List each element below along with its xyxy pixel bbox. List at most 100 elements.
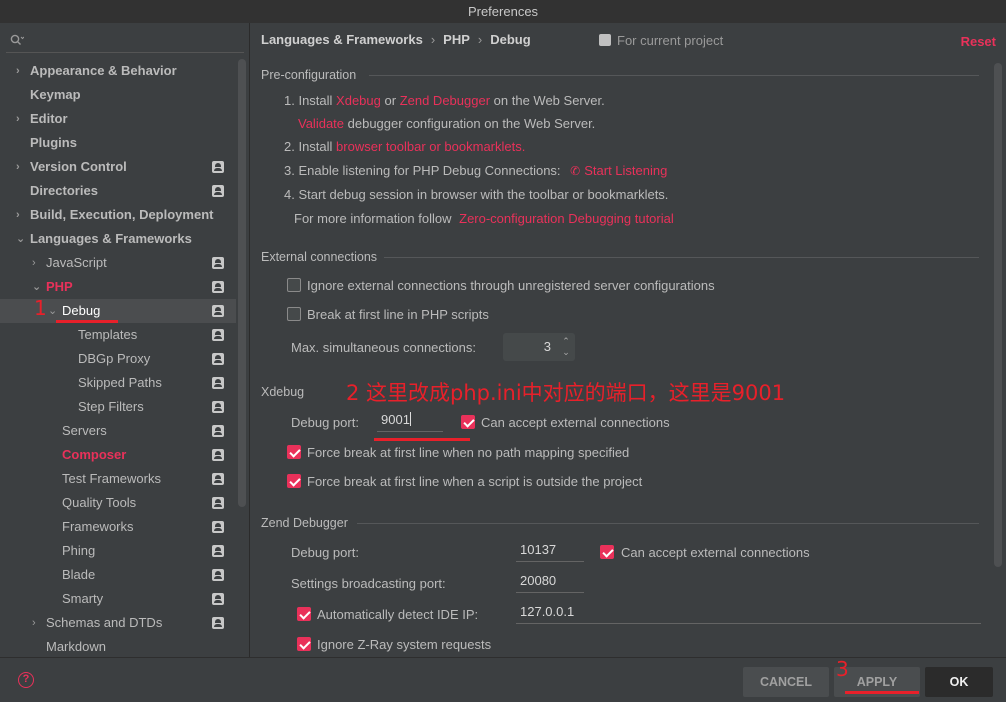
settings-content: Pre-configuration 1. Install Xdebug or Z… xyxy=(251,61,998,657)
break-first-line-checkbox[interactable] xyxy=(287,307,301,321)
sidebar-item-version-control[interactable]: › Version Control xyxy=(0,155,236,179)
ignore-zray-label: Ignore Z-Ray system requests xyxy=(317,637,492,652)
project-level-icon xyxy=(212,377,224,389)
chevron-right-icon[interactable]: › xyxy=(16,203,28,227)
annotation-step-1: 1 xyxy=(34,296,47,320)
sidebar-item-label: Languages & Frameworks xyxy=(30,231,192,246)
zend-port-input[interactable]: 10137 xyxy=(516,538,584,562)
sidebar-item-label: Keymap xyxy=(30,87,81,102)
ide-ip-input[interactable]: 127.0.0.1 xyxy=(516,600,981,624)
sidebar-item-label: Blade xyxy=(62,567,96,582)
sidebar-item-keymap[interactable]: Keymap xyxy=(0,83,236,107)
validate-link[interactable]: Validate xyxy=(298,116,344,131)
breadcrumb-separator: › xyxy=(477,32,483,47)
ignore-external-checkbox[interactable] xyxy=(287,278,301,292)
chevron-down-icon[interactable]: ⌄ xyxy=(16,227,28,251)
sidebar-item-dbgp-proxy[interactable]: DBGp Proxy xyxy=(0,347,236,371)
sidebar-item-servers[interactable]: Servers xyxy=(0,419,236,443)
search-input[interactable] xyxy=(28,31,238,51)
help-icon[interactable]: ? xyxy=(18,672,34,688)
tutorial-link[interactable]: Zero-configuration Debugging tutorial xyxy=(459,211,674,226)
sidebar-item-label: Phing xyxy=(62,543,96,558)
reset-link[interactable]: Reset xyxy=(961,34,996,49)
sidebar-item-schemas-and-dtds[interactable]: › Schemas and DTDs xyxy=(0,611,236,635)
breadcrumb-languages[interactable]: Languages & Frameworks xyxy=(261,32,423,47)
force-break-no-mapping-checkbox[interactable] xyxy=(287,445,301,459)
force-break-outside-project-label: Force break at first line when a script … xyxy=(307,474,643,489)
settings-panel: Languages & Frameworks › PHP › Debug For cur… xyxy=(251,23,1006,657)
text-caret xyxy=(409,412,411,426)
max-connections-spinner[interactable]: 3 ⌃ ⌄ xyxy=(503,333,575,361)
content-scrollbar[interactable] xyxy=(994,63,1002,567)
sidebar-item-javascript[interactable]: › JavaScript xyxy=(0,251,236,275)
chevron-right-icon[interactable]: › xyxy=(32,251,44,275)
section-divider xyxy=(384,257,979,258)
breadcrumb-php[interactable]: PHP xyxy=(443,32,470,47)
sidebar-item-plugins[interactable]: Plugins xyxy=(0,131,236,155)
sidebar-item-appearance-behavior[interactable]: › Appearance & Behavior xyxy=(0,59,236,83)
sidebar-item-blade[interactable]: Blade xyxy=(0,563,236,587)
ok-button[interactable]: OK xyxy=(925,667,993,697)
sidebar-item-smarty[interactable]: Smarty xyxy=(0,587,236,611)
xdebug-link[interactable]: Xdebug xyxy=(336,93,381,108)
chevron-right-icon[interactable]: › xyxy=(16,59,28,83)
sidebar-item-label: Editor xyxy=(30,111,68,126)
project-level-icon xyxy=(212,329,224,341)
sidebar-item-build-execution-deployment[interactable]: › Build, Execution, Deployment xyxy=(0,203,236,227)
sidebar-item-templates[interactable]: Templates xyxy=(0,323,236,347)
force-break-no-mapping-label: Force break at first line when no path m… xyxy=(307,445,630,460)
sidebar-item-quality-tools[interactable]: Quality Tools xyxy=(0,491,236,515)
ignore-zray-checkbox[interactable] xyxy=(297,637,311,651)
preconfig-more-info: For more information follow Zero-configu… xyxy=(294,211,674,226)
breadcrumb-separator: › xyxy=(430,32,436,47)
sidebar-item-label: JavaScript xyxy=(46,255,107,270)
sidebar-item-frameworks[interactable]: Frameworks xyxy=(0,515,236,539)
sidebar-item-languages-frameworks[interactable]: ⌄ Languages & Frameworks xyxy=(0,227,236,251)
dialog-footer: ? CANCEL APPLY OK xyxy=(0,657,1006,702)
sidebar-item-directories[interactable]: Directories xyxy=(0,179,236,203)
force-break-outside-project-checkbox[interactable] xyxy=(287,474,301,488)
start-listening-link[interactable]: ✆ Start Listening xyxy=(570,163,667,178)
spinner-arrows-icon[interactable]: ⌃ ⌄ xyxy=(561,336,571,358)
project-level-icon xyxy=(212,521,224,533)
xdebug-accept-external-checkbox[interactable] xyxy=(461,415,475,429)
xdebug-accept-external-label: Can accept external connections xyxy=(481,415,670,430)
sidebar-item-editor[interactable]: › Editor xyxy=(0,107,236,131)
sidebar-item-step-filters[interactable]: Step Filters xyxy=(0,395,236,419)
chevron-right-icon[interactable]: › xyxy=(16,155,28,179)
project-level-icon xyxy=(212,257,224,269)
sidebar-item-label: Directories xyxy=(30,183,98,198)
cancel-button[interactable]: CANCEL xyxy=(743,667,829,697)
sidebar-item-label: Step Filters xyxy=(78,399,144,414)
sidebar-item-label: Servers xyxy=(62,423,107,438)
chevron-right-icon[interactable]: › xyxy=(16,107,28,131)
sidebar-scrollbar[interactable] xyxy=(238,59,246,507)
sidebar-item-markdown[interactable]: Markdown xyxy=(0,635,236,659)
project-level-icon xyxy=(212,545,224,557)
xdebug-port-label: Debug port: xyxy=(291,415,359,430)
chevron-right-icon[interactable]: › xyxy=(32,611,44,635)
project-level-icon xyxy=(212,305,224,317)
search-box[interactable] xyxy=(6,29,244,53)
sidebar-item-skipped-paths[interactable]: Skipped Paths xyxy=(0,371,236,395)
zend-accept-external-checkbox[interactable] xyxy=(600,545,614,559)
sidebar-item-label: Build, Execution, Deployment xyxy=(30,207,214,222)
broadcast-port-input[interactable]: 20080 xyxy=(516,569,584,593)
project-level-icon xyxy=(212,185,224,197)
sidebar-item-phing[interactable]: Phing xyxy=(0,539,236,563)
browser-toolbar-link[interactable]: browser toolbar or bookmarklets. xyxy=(336,139,525,154)
zend-debugger-link[interactable]: Zend Debugger xyxy=(400,93,490,108)
xdebug-port-input[interactable]: 9001 xyxy=(377,408,443,432)
sidebar-item-label: PHP xyxy=(46,279,73,294)
settings-tree: › Appearance & Behavior Keymap › Editor Plugi… xyxy=(0,59,236,659)
project-level-icon xyxy=(212,281,224,293)
sidebar-item-composer[interactable]: Composer xyxy=(0,443,236,467)
sidebar-item-test-frameworks[interactable]: Test Frameworks xyxy=(0,467,236,491)
sidebar-item-label: DBGp Proxy xyxy=(78,351,151,366)
zend-accept-external-label: Can accept external connections xyxy=(621,545,810,560)
annotation-step-3: 3 xyxy=(836,657,849,681)
project-level-icon xyxy=(212,617,224,629)
project-level-icon xyxy=(212,497,224,509)
preconfig-validate-line: Validate debugger configuration on the W… xyxy=(298,116,596,131)
auto-detect-ip-checkbox[interactable] xyxy=(297,607,311,621)
